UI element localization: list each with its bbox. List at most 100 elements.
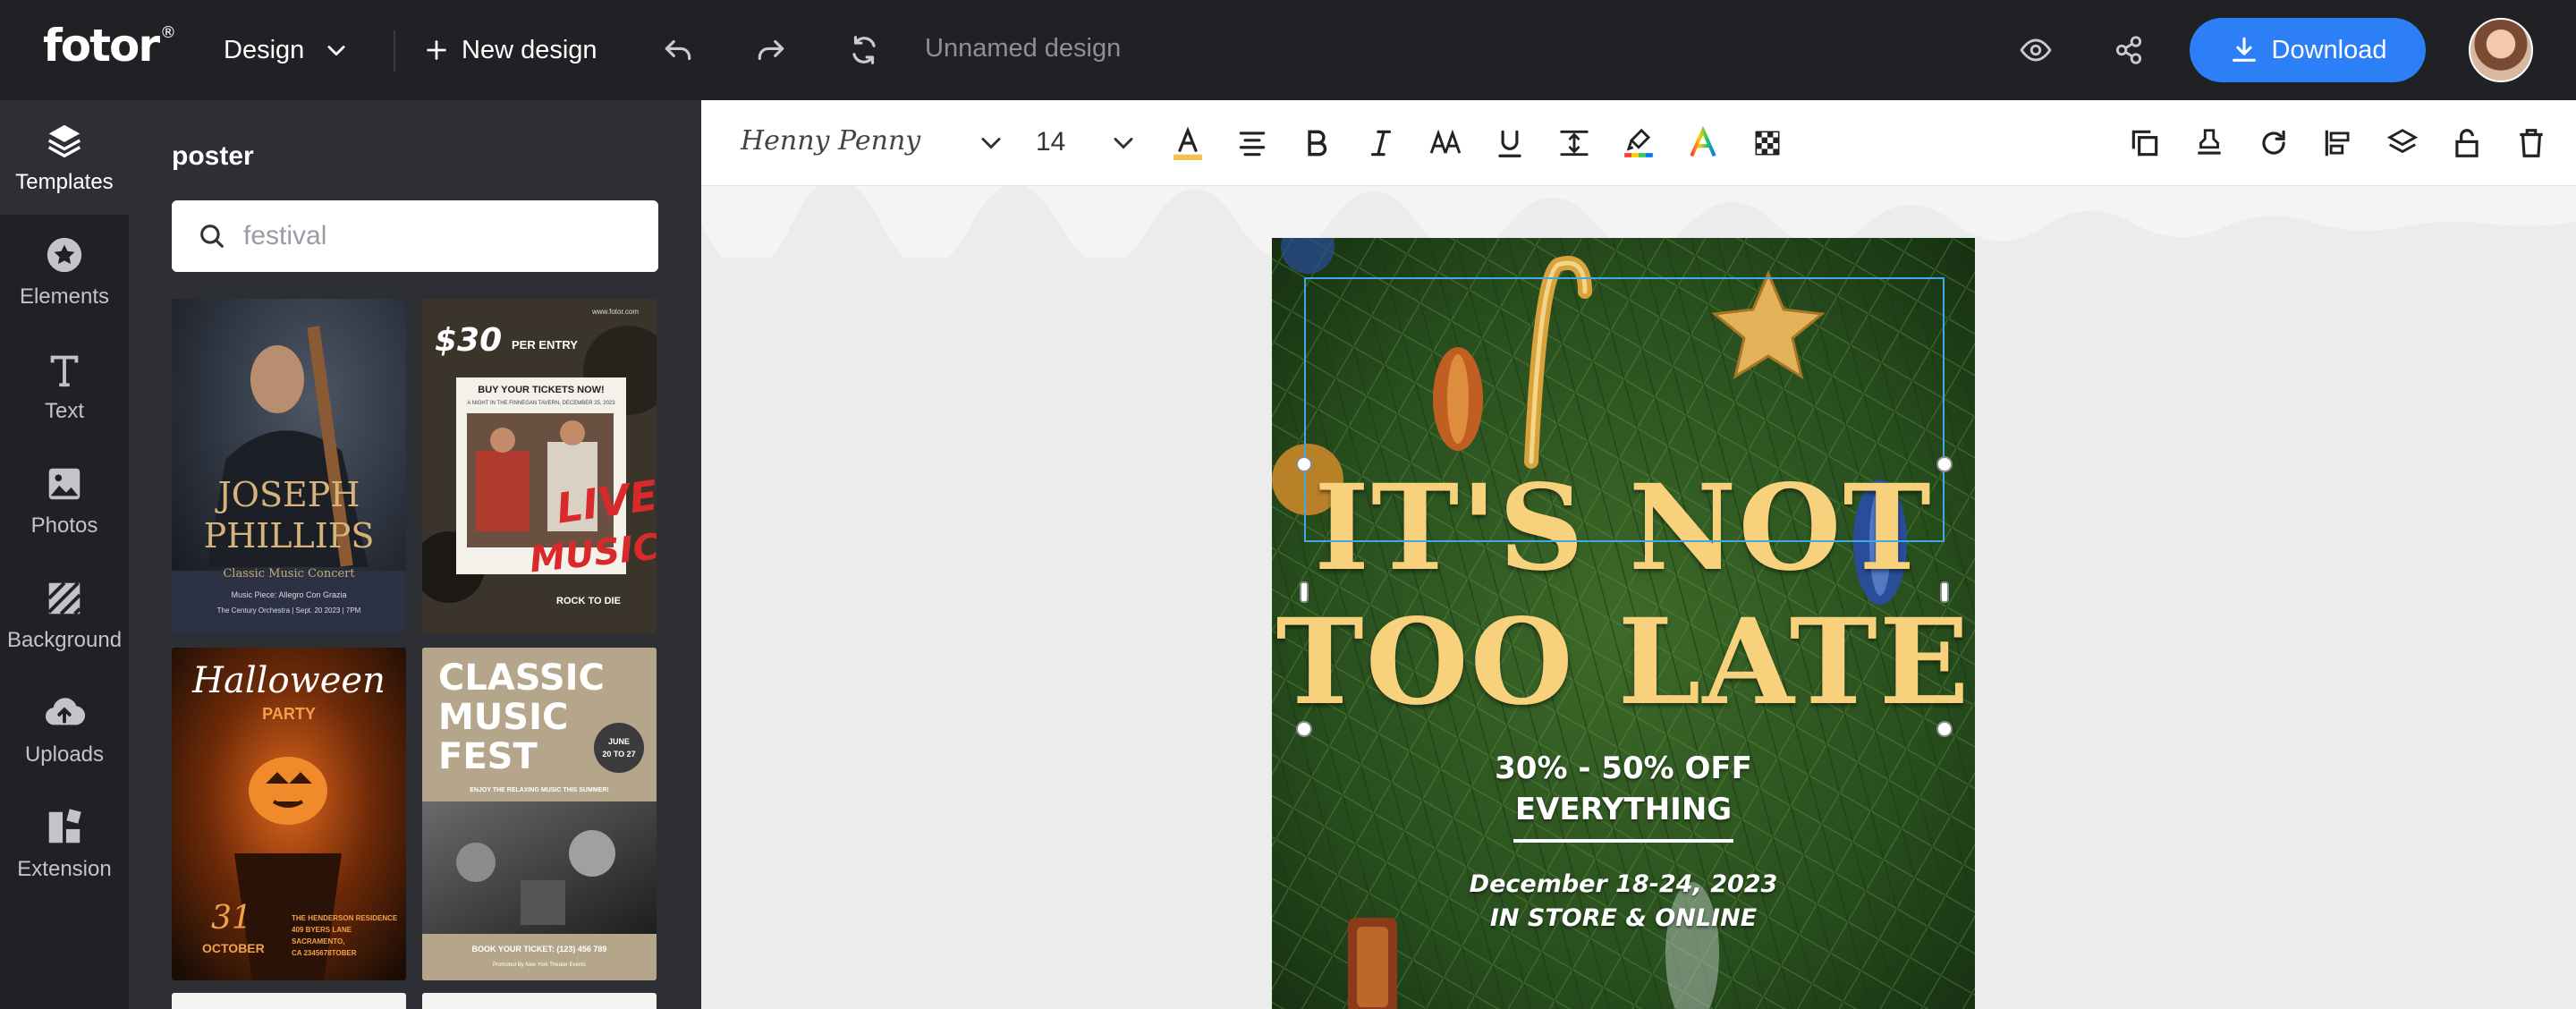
nav-uploads[interactable]: Uploads (0, 673, 129, 787)
template-search-box[interactable] (172, 200, 658, 272)
bold-button[interactable] (1297, 123, 1336, 163)
nav-elements[interactable]: Elements (0, 215, 129, 329)
rotate-button[interactable] (2254, 123, 2293, 163)
template-partial-1[interactable] (172, 993, 406, 1009)
design-name[interactable]: Unnamed design (925, 34, 1121, 64)
nav-photos-label: Photos (30, 513, 98, 538)
duplicate-icon (2131, 130, 2158, 157)
design-menu-button[interactable]: Design (224, 30, 349, 70)
resize-handle-left[interactable] (1300, 581, 1309, 603)
gradient-text-button[interactable] (1683, 123, 1723, 163)
bold-icon (1308, 130, 1327, 157)
transparency-button[interactable] (1748, 123, 1787, 163)
delete-button[interactable] (2512, 123, 2551, 163)
font-size-chevron-icon[interactable] (1107, 127, 1140, 159)
stamp-button[interactable] (2190, 123, 2229, 163)
nav-text[interactable]: Text (0, 329, 129, 444)
template-halloween-party[interactable]: Halloween PARTY 31 OCTOBER THE HENDERSON… (172, 648, 406, 980)
live-url: www.fotor.com (592, 308, 640, 316)
template-live-music[interactable]: $30 PER ENTRY www.fotor.com BUY YOUR TIC… (422, 299, 657, 633)
nav-photos[interactable]: Photos (0, 444, 129, 558)
classic-badge-month: JUNE (607, 737, 630, 746)
layers-button[interactable] (2383, 123, 2422, 163)
unlock-icon (2455, 129, 2479, 157)
top-bar: fotor ® Design New design Unnamed design … (0, 0, 2576, 100)
divider (394, 30, 395, 72)
sync-icon[interactable] (844, 30, 884, 70)
background-icon (47, 581, 81, 615)
dates-line2: IN STORE & ONLINE (1489, 904, 1758, 932)
nav-templates[interactable]: Templates (0, 100, 129, 215)
nav-extension-label: Extension (17, 857, 112, 881)
discount-line1: 30% - 50% OFF (1495, 750, 1752, 786)
font-size-select[interactable]: 14 (1036, 127, 1065, 157)
italic-button[interactable] (1361, 123, 1401, 163)
resize-handle-top-right[interactable] (1936, 456, 1953, 472)
rotate-icon (2262, 130, 2285, 155)
duplicate-button[interactable] (2125, 123, 2165, 163)
template-search-input[interactable] (243, 221, 619, 251)
text-case-button[interactable] (1426, 123, 1465, 163)
preview-eye-icon[interactable] (2016, 30, 2055, 70)
halloween-script: Halloween (192, 660, 386, 701)
classic-enjoy: ENJOY THE RELAXING MUSIC THIS SUMMER! (470, 787, 609, 793)
redo-icon[interactable] (751, 30, 791, 70)
text-toolbar: Henny Penny 14 (701, 100, 2576, 186)
poster-headline[interactable]: IT'S NOT TOO LATE (1272, 462, 1975, 730)
panel-title: poster (172, 141, 254, 171)
nav-background[interactable]: Background (0, 558, 129, 673)
poster-dates[interactable]: December 18-24, 2023 IN STORE & ONLINE (1272, 868, 1975, 936)
spacing-button[interactable] (1555, 123, 1594, 163)
text-color-button[interactable] (1168, 123, 1208, 163)
halloween-month: OCTOBER (202, 941, 265, 955)
template-partial-2[interactable] (422, 993, 657, 1009)
resize-handle-bottom-right[interactable] (1936, 721, 1953, 737)
transparency-icon (1755, 131, 1780, 156)
template-joseph-phillips[interactable]: JOSEPH PHILLIPS Classic Music Concert Mu… (172, 299, 406, 633)
new-design-button[interactable]: New design (424, 30, 597, 70)
align-center-icon (1239, 131, 1266, 157)
font-family-select[interactable]: Henny Penny (741, 125, 920, 157)
nav-extension[interactable]: Extension (0, 787, 129, 902)
underline-icon (1498, 130, 1521, 157)
text-color-icon (1174, 126, 1202, 160)
font-family-chevron-icon[interactable] (975, 127, 1007, 159)
nav-uploads-label: Uploads (24, 742, 105, 767)
extension-icon (48, 809, 81, 844)
halloween-info1: THE HENDERSON RESIDENCE (292, 914, 398, 922)
live-per-entry: PER ENTRY (512, 338, 578, 352)
canvas-area[interactable]: IT'S NOT TOO LATE 30% - 50% OFF EVERYTHI… (701, 186, 2576, 1009)
template-classic-music-fest[interactable]: CLASSIC MUSIC FEST JUNE 20 TO 27 ENJOY T… (422, 648, 657, 980)
halloween-party: PARTY (262, 705, 316, 723)
halloween-day: 31 (211, 900, 252, 937)
joseph-title-line1: JOSEPH (217, 475, 360, 514)
undo-icon[interactable] (658, 30, 698, 70)
resize-handle-bottom-left[interactable] (1296, 721, 1312, 737)
underline-button[interactable] (1490, 123, 1530, 163)
poster-discount[interactable]: 30% - 50% OFF EVERYTHING (1272, 748, 1975, 830)
nav-elements-label: Elements (19, 284, 110, 309)
templates-icon (47, 124, 81, 158)
align-button[interactable] (1233, 123, 1272, 163)
resize-handle-top-left[interactable] (1296, 456, 1312, 472)
fotor-logo[interactable]: fotor ® (43, 20, 176, 72)
poster-divider-line[interactable] (1513, 839, 1733, 843)
headline-line2: TOO LATE (1275, 593, 1971, 732)
user-avatar[interactable] (2469, 18, 2533, 82)
templates-panel: poster JOSEPH PHILLIPS Classic Music Con… (129, 100, 701, 1009)
joseph-subtitle: Classic Music Concert (223, 567, 355, 581)
download-button[interactable]: Download (2190, 18, 2426, 82)
live-tickets: BUY YOUR TICKETS NOW! (478, 385, 605, 395)
align-left-button[interactable] (2318, 123, 2358, 163)
highlight-button[interactable] (1619, 123, 1658, 163)
live-rock: ROCK TO DIE (556, 596, 621, 606)
classic-promo: Promoted By New York Theater Events (493, 962, 586, 968)
resize-handle-right[interactable] (1940, 581, 1949, 603)
lock-button[interactable] (2447, 123, 2487, 163)
discount-line2: EVERYTHING (1514, 792, 1733, 827)
live-price: $30 (435, 322, 503, 359)
line-spacing-icon (1560, 130, 1589, 157)
nav-templates-label: Templates (15, 170, 114, 194)
poster-artboard[interactable]: IT'S NOT TOO LATE 30% - 50% OFF EVERYTHI… (1272, 238, 1975, 1009)
share-icon[interactable] (2109, 30, 2148, 70)
